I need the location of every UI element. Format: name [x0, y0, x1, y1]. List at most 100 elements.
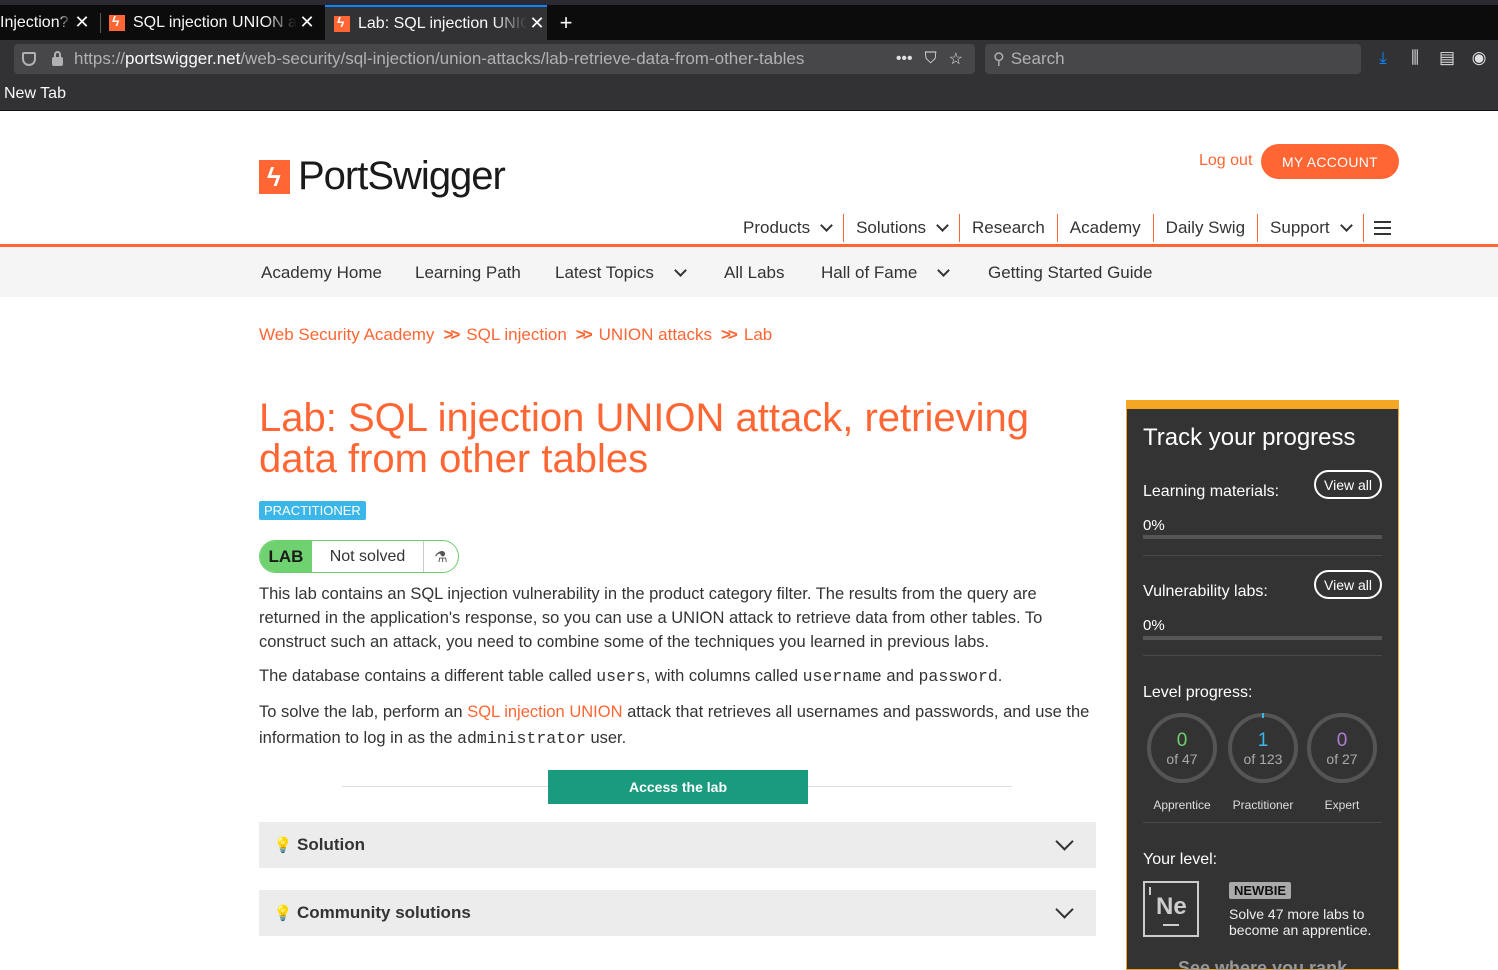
nav-label: Daily Swig [1165, 218, 1246, 237]
nav-daily-swig[interactable]: Daily Swig [1154, 214, 1259, 242]
bookmarks-toolbar: New Tab [0, 78, 1498, 111]
level-progress-label: Level progress: [1143, 684, 1253, 701]
subnav-all-labs[interactable]: All Labs [724, 263, 784, 283]
lightbulb-icon: 💡 [273, 837, 293, 854]
nav-label: Support [1270, 218, 1330, 237]
chevron-down-icon [674, 264, 687, 277]
page-actions-icon[interactable]: ••• [896, 50, 913, 68]
main-navigation: Products Solutions Research Academy Dail… [731, 213, 1391, 243]
subnav-academy-home[interactable]: Academy Home [261, 263, 382, 283]
nav-research[interactable]: Research [960, 214, 1058, 242]
navigation-toolbar: https://portswigger.net/web-security/sql… [0, 40, 1498, 78]
breadcrumb-web-security-academy[interactable]: Web Security Academy [259, 325, 434, 345]
close-icon[interactable]: ✕ [527, 13, 547, 34]
tracking-shield-icon[interactable] [22, 52, 36, 66]
progress-panel: Track your progress Learning materials: … [1126, 400, 1399, 970]
breadcrumb-separator: >> [575, 325, 593, 344]
nav-support[interactable]: Support [1258, 214, 1364, 242]
search-input[interactable]: ⚲ Search [985, 44, 1361, 74]
breadcrumb-union-attacks[interactable]: UNION attacks [599, 325, 712, 345]
expert-count: 0 [1336, 730, 1348, 751]
account-icon[interactable]: ◉ [1469, 48, 1489, 68]
new-tab-plus-icon[interactable]: + [555, 5, 577, 40]
breadcrumb-sql-injection[interactable]: SQL injection [466, 325, 566, 345]
panel-divider [1143, 555, 1382, 556]
nav-solutions[interactable]: Solutions [844, 214, 961, 242]
subnav-label: All Labs [724, 263, 785, 282]
practitioner-ring: 1 of 123 [1228, 713, 1298, 783]
url-text[interactable]: https://portswigger.net/web-security/sql… [74, 49, 896, 69]
close-icon[interactable]: ✕ [297, 12, 317, 33]
element-symbol: Ne [1156, 893, 1187, 920]
bookmark-new-tab[interactable]: New Tab [4, 85, 66, 103]
chevron-down-icon [1055, 832, 1074, 851]
flask-icon: ⚗ [434, 548, 448, 566]
pocket-icon[interactable]: ⛉ [925, 50, 937, 68]
apprentice-label: Apprentice [1153, 798, 1211, 812]
nav-label: Research [972, 218, 1045, 237]
labs-progress-bar [1143, 636, 1382, 640]
access-the-lab-button[interactable]: Access the lab [548, 770, 808, 804]
text: user. [585, 729, 627, 747]
learning-view-all-button[interactable]: View all [1314, 470, 1382, 499]
library-icon[interactable]: ⫼ [1405, 48, 1425, 68]
url-path: /web-security/sql-injection/union-attack… [240, 49, 805, 68]
subnav-label: Getting Started Guide [988, 263, 1153, 282]
community-solutions-accordion[interactable]: 💡 Community solutions [259, 890, 1096, 936]
nav-products[interactable]: Products [731, 214, 845, 242]
lab-description: This lab contains an SQL injection vulne… [259, 585, 1043, 651]
code-users: users [596, 667, 646, 686]
see-where-you-rank-link[interactable]: See where you rank [1178, 958, 1347, 970]
nav-academy[interactable]: Academy [1058, 214, 1154, 242]
tab-lab-sql-injection[interactable]: Lab: SQL injection UNION attack ✕ [325, 5, 547, 40]
tab-separator [100, 13, 101, 33]
url-host: portswigger.net [125, 49, 241, 68]
labs-view-all-button[interactable]: View all [1314, 570, 1382, 599]
logout-link[interactable]: Log out [1199, 152, 1252, 170]
panel-divider [1143, 822, 1382, 823]
subnav-label: Latest Topics [555, 263, 654, 282]
address-bar[interactable]: https://portswigger.net/web-security/sql… [14, 44, 975, 74]
lock-icon[interactable] [52, 51, 63, 66]
hamburger-menu-icon[interactable] [1373, 221, 1391, 235]
level-element-icon: Ne [1143, 881, 1199, 937]
tab-title: SQL injection UNION attacks [133, 13, 297, 31]
breadcrumb-lab[interactable]: Lab [744, 325, 772, 345]
code-administrator: administrator [457, 729, 586, 748]
subnav-label: Learning Path [415, 263, 521, 282]
subnav-getting-started[interactable]: Getting Started Guide [988, 263, 1152, 283]
subnav-latest-topics[interactable]: Latest Topics [555, 263, 687, 283]
portswigger-logo-icon [259, 159, 290, 194]
tab-sql-injection-union-attacks[interactable]: SQL injection UNION attacks ✕ [109, 5, 317, 40]
sidebar-icon[interactable]: ▤ [1437, 48, 1457, 68]
expert-total: of 27 [1326, 751, 1358, 767]
panel-divider [1143, 655, 1382, 656]
portswigger-logo[interactable]: PortSwigger [259, 154, 506, 199]
close-icon[interactable]: ✕ [72, 12, 92, 33]
chevron-down-icon [937, 264, 951, 277]
tab-title: Injection? [0, 13, 69, 31]
chevron-down-icon [1339, 219, 1353, 232]
lab-status-widget: LAB Not solved ⚗ [259, 540, 459, 573]
my-account-button[interactable]: MY ACCOUNT [1261, 144, 1399, 179]
subnav-hall-of-fame[interactable]: Hall of Fame [821, 263, 951, 283]
chevron-down-icon [1055, 900, 1074, 919]
practitioner-count: 1 [1257, 730, 1269, 751]
accordion-label: Solution [297, 835, 365, 854]
breadcrumb-separator: >> [443, 325, 460, 344]
level-hint: Solve 47 more labs to become an apprenti… [1229, 906, 1372, 938]
sql-injection-union-link[interactable]: SQL injection UNION [467, 703, 622, 721]
subnav-label: Academy Home [261, 263, 382, 282]
lab-status-text: Not solved [312, 541, 424, 572]
bookmark-star-icon[interactable]: ☆ [949, 49, 963, 69]
subnav-learning-path[interactable]: Learning Path [415, 263, 521, 283]
tab-injection[interactable]: Injection? ✕ [0, 5, 92, 40]
academy-subnav: Academy Home Learning Path Latest Topics… [0, 247, 1498, 297]
portswigger-favicon-icon [109, 13, 125, 31]
search-icon: ⚲ [993, 51, 1005, 68]
text: , with columns called [645, 667, 803, 685]
tab-title: Lab: SQL injection UNION attack [358, 14, 527, 32]
lab-badge: LAB [260, 541, 312, 572]
solution-accordion[interactable]: 💡 Solution [259, 822, 1096, 868]
download-icon[interactable]: ⤓ [1373, 48, 1393, 68]
